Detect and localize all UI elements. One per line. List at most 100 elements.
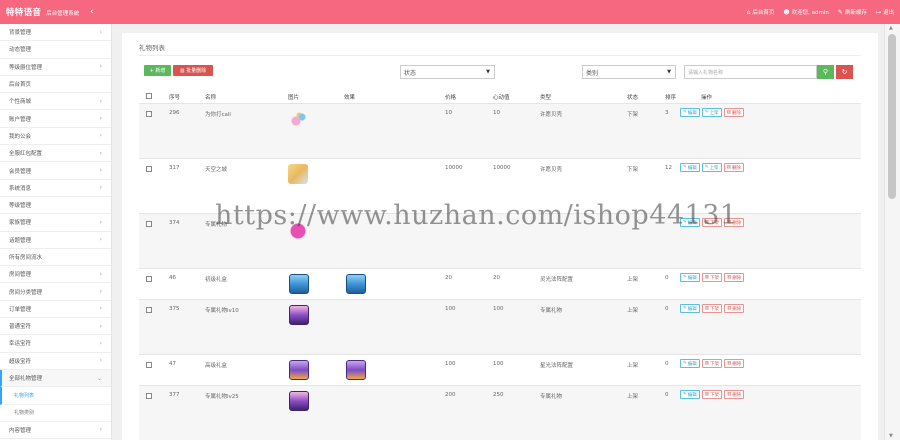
publish-button[interactable]: ✎ 上架 — [701, 163, 722, 172]
refresh-icon: ✎ — [837, 8, 843, 16]
edit-label: 编辑 — [687, 165, 697, 171]
sidebar-item[interactable]: 幸运宝符 › — [0, 335, 111, 353]
scrollbar-thumb[interactable] — [888, 34, 896, 199]
select-all-checkbox[interactable] — [146, 93, 152, 99]
sidebar-item[interactable]: 会员管理 › — [0, 162, 111, 180]
row-checkbox[interactable] — [146, 276, 152, 282]
caret-down-icon: ▼ — [667, 69, 671, 75]
delete-button[interactable]: ▥ 删除 — [724, 359, 745, 368]
sidebar-item[interactable]: 普通宝符 › — [0, 318, 111, 336]
chevron-right-icon: › — [99, 28, 102, 36]
row-actions: ✎ 编辑 ▥ 下架 ▥ 删除 — [680, 218, 745, 227]
edit-button[interactable]: ✎ 编辑 — [680, 218, 700, 227]
row-checkbox[interactable] — [146, 307, 152, 313]
search-input[interactable]: 请输入礼物名称 — [684, 65, 817, 79]
edit-button[interactable]: ✎ 编辑 — [680, 304, 700, 313]
cell-heart: 10 — [493, 110, 500, 116]
sidebar-item[interactable]: 我的公会 › — [0, 128, 111, 146]
sidebar-subitem-gift-list[interactable]: 礼物列表 — [0, 387, 111, 405]
delete-label: 删除 — [732, 306, 742, 312]
sidebar-item[interactable]: 等级管理 — [0, 197, 111, 215]
sidebar-item[interactable]: 订单管理 › — [0, 301, 111, 319]
chevron-right-icon: › — [99, 63, 102, 71]
unpublish-button[interactable]: ▥ 下架 — [701, 218, 723, 227]
chevron-right-icon: › — [99, 236, 102, 244]
sidebar-item[interactable]: 动态管理 — [0, 41, 111, 59]
row-checkbox[interactable] — [146, 393, 152, 399]
category-select[interactable]: 类别 ▼ — [582, 65, 676, 79]
row-actions: ✎ 编辑 ▥ 下架 ▥ 删除 — [680, 359, 745, 368]
triangle-down-icon[interactable]: ▼ — [889, 433, 893, 439]
sidebar-item[interactable]: 内容管理 › — [0, 422, 111, 440]
sidebar-item-label: 我的公会 — [9, 133, 32, 140]
refresh-cache-link[interactable]: ✎ 刷新缓存 — [837, 8, 867, 17]
sidebar-item[interactable]: 个性商城 › — [0, 93, 111, 111]
trash-icon: ▥ — [727, 306, 732, 311]
home-link[interactable]: ⌂ 后台首页 — [747, 8, 775, 17]
edit-button[interactable]: ✎ 编辑 — [680, 359, 700, 368]
logout-link[interactable]: ↦ 退出 — [876, 8, 894, 17]
cell-sort: 0 — [665, 306, 669, 312]
row-checkbox[interactable] — [146, 362, 152, 368]
sidebar-item[interactable]: 超级宝符 › — [0, 353, 111, 370]
delete-button[interactable]: ▥ 删除 — [723, 108, 744, 117]
cell-name: 专属礼物lv10 — [205, 308, 239, 314]
row-checkbox[interactable] — [146, 221, 152, 227]
row-actions: ✎ 编辑 ✎ 上架 ▥ 删除 — [680, 108, 744, 117]
cell-sort: 12 — [665, 165, 672, 171]
edit-button[interactable]: ✎ 编辑 — [680, 108, 700, 117]
user-link[interactable]: ☻ 欢迎您, admin — [783, 8, 829, 17]
delete-button[interactable]: ▥ 删除 — [724, 218, 745, 227]
user-link-label: 欢迎您, admin — [791, 10, 829, 16]
delete-button[interactable]: ▥ 删除 — [724, 390, 745, 399]
sidebar-item[interactable]: 系统消息 › — [0, 180, 111, 197]
chevron-right-icon: › — [99, 357, 102, 365]
chevron-left-icon[interactable]: ‹ — [90, 7, 104, 17]
table-row: 46 初级礼盒 20 20 灵光法阵配置 上架 0 ✎ 编辑 ▥ 下架 ▥ 删除 — [139, 269, 861, 300]
sidebar-item[interactable]: 话题管理 › — [0, 232, 111, 249]
status-select[interactable]: 状态 ▼ — [400, 65, 495, 79]
delete-button[interactable]: ▥ 删除 — [723, 163, 744, 172]
unpublish-label: 下架 — [710, 306, 720, 312]
sidebar-item[interactable]: 背景管理 › — [0, 24, 111, 42]
table-row: 296 为你打call 10 10 许愿贝壳 下架 3 ✎ 编辑 ✎ 上架 ▥ 删除 — [139, 104, 861, 159]
edit-button[interactable]: ✎ 编辑 — [680, 163, 700, 172]
refresh-button[interactable]: ↻ — [836, 65, 853, 79]
unpublish-button[interactable]: ▥ 下架 — [701, 304, 723, 313]
vertical-scrollbar[interactable]: ▲ ▼ — [884, 24, 900, 440]
refresh-cache-label: 刷新缓存 — [844, 10, 867, 16]
unpublish-button[interactable]: ▥ 下架 — [701, 273, 723, 282]
sidebar-item[interactable]: 等级爵位管理 › — [0, 59, 111, 76]
sidebar-item-gifts[interactable]: 全部礼物管理 ⌄ — [0, 369, 111, 388]
sidebar-item[interactable]: 家族管理 › — [0, 214, 111, 232]
delete-button[interactable]: ▥ 删除 — [724, 273, 745, 282]
row-checkbox[interactable] — [146, 166, 152, 172]
triangle-up-icon[interactable]: ▲ — [889, 25, 893, 31]
cell-sort: 3 — [665, 110, 669, 116]
chevron-right-icon: › — [99, 288, 102, 296]
sidebar-item[interactable]: 全服红包配置 › — [0, 145, 111, 163]
cell-type: 专属礼物 — [540, 394, 563, 400]
cell-heart: 100 — [493, 361, 504, 367]
sidebar-subitem-gift-category[interactable]: 礼物类别 — [0, 405, 111, 422]
sidebar-item[interactable]: 后台首页 — [0, 76, 111, 94]
cell-type: 星光法阵配置 — [540, 363, 574, 369]
unpublish-button[interactable]: ▥ 下架 — [701, 359, 723, 368]
chevron-right-icon: › — [99, 167, 102, 175]
sidebar-item[interactable]: 账户管理 › — [0, 110, 111, 128]
search-button[interactable]: ⚲ — [817, 65, 834, 79]
column-header-status: 状态 — [627, 95, 639, 101]
new-button[interactable]: + 新增 — [144, 65, 171, 76]
sidebar-item[interactable]: 房间分类管理 › — [0, 283, 111, 301]
publish-button[interactable]: ✎ 上架 — [701, 108, 722, 117]
edit-button[interactable]: ✎ 编辑 — [680, 273, 700, 282]
unpublish-button[interactable]: ▥ 下架 — [701, 390, 723, 399]
cell-sort: 0 — [665, 275, 669, 281]
batch-delete-button[interactable]: ▥ 批量删除 — [173, 65, 213, 76]
row-checkbox[interactable] — [146, 111, 152, 117]
sidebar-item[interactable]: 房间管理 › — [0, 266, 111, 284]
delete-button[interactable]: ▥ 删除 — [724, 304, 745, 313]
sidebar-item[interactable]: 所有房间流水 — [0, 249, 111, 267]
table-row: 377 专属礼物lv25 200 250 专属礼物 上架 0 ✎ 编辑 ▥ 下架 ▥… — [139, 386, 861, 440]
edit-button[interactable]: ✎ 编辑 — [680, 390, 700, 399]
